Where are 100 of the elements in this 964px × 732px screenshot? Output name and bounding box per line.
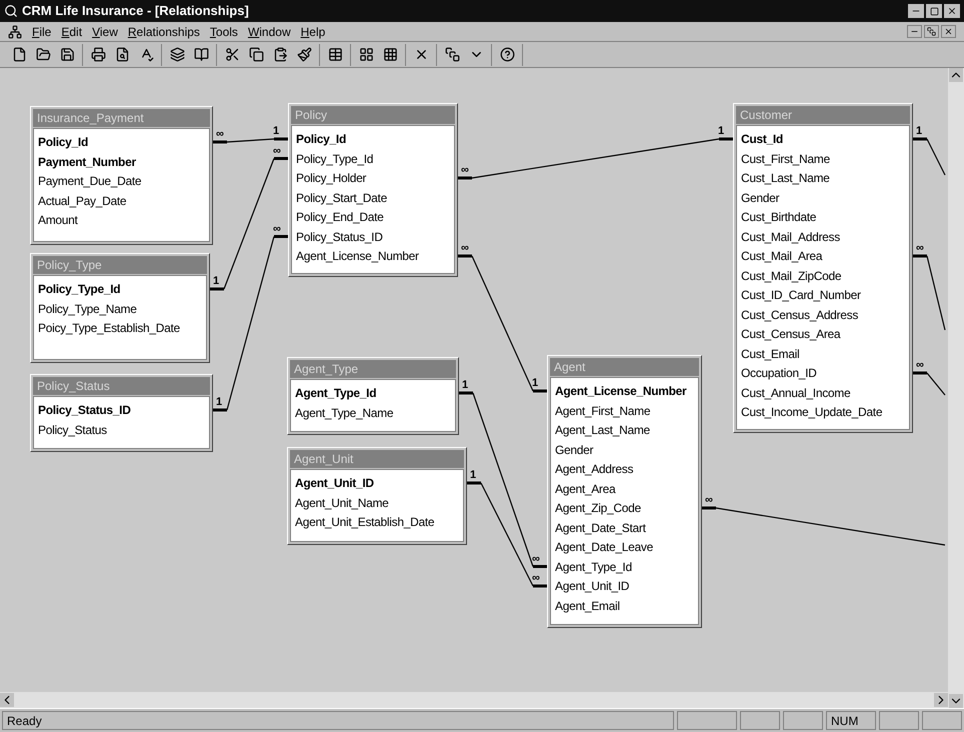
field-name[interactable]: Agent_Unit_Name — [291, 494, 463, 513]
cardinality-label: ∞ — [705, 495, 713, 506]
field-name[interactable]: Cust_Annual_Income — [737, 384, 909, 403]
horizontal-scrollbar[interactable] — [0, 692, 948, 708]
status-panel — [677, 711, 737, 730]
field-name[interactable]: Agent_Type_Id — [291, 384, 455, 404]
field-name[interactable]: Policy_Status_ID — [34, 401, 209, 420]
scroll-right-icon[interactable] — [934, 693, 948, 707]
print-icon — [90, 47, 106, 62]
close-button[interactable] — [944, 4, 960, 18]
field-name[interactable]: Cust_Mail_Address — [737, 228, 909, 247]
field-name[interactable]: Agent_Unit_ID — [291, 474, 463, 494]
field-name[interactable]: Agent_Type_Id — [551, 558, 698, 577]
field-name[interactable]: Agent_Last_Name — [551, 421, 698, 440]
menu-item[interactable]: Tools — [206, 22, 242, 40]
field-name[interactable]: Agent_License_Number — [292, 247, 454, 266]
cardinality-label: ∞ — [532, 573, 540, 584]
status-panel — [783, 711, 823, 730]
field-name[interactable]: Policy_Type_Id — [34, 280, 206, 300]
maximize-button[interactable] — [926, 4, 942, 18]
field-name[interactable]: Policy_Id — [292, 130, 454, 150]
field-name[interactable]: Cust_ID_Card_Number — [737, 286, 909, 306]
app-icon — [4, 4, 18, 18]
field-name[interactable]: Payment_Due_Date — [34, 172, 209, 192]
child-minimize-button[interactable] — [907, 25, 922, 38]
field-name[interactable]: Policy_Status — [34, 420, 209, 440]
menu-item[interactable]: File — [28, 22, 56, 40]
field-name[interactable]: Agent_Unit_ID — [551, 577, 698, 596]
field-name[interactable]: Agent_Type_Name — [291, 404, 455, 423]
field-name[interactable]: Cust_Income_Update_Date — [737, 403, 909, 422]
field-name[interactable]: Poicy_Type_Establish_Date — [34, 319, 206, 338]
field-name[interactable]: Gender — [551, 440, 698, 460]
field-name[interactable]: Cust_Last_Name — [737, 169, 909, 188]
status-indicator: NUM — [826, 711, 876, 730]
field-name[interactable]: Agent_Date_Leave — [551, 538, 698, 558]
minimize-button[interactable] — [908, 4, 924, 18]
field-name[interactable]: Occupation_ID — [737, 364, 909, 384]
table-window[interactable]: Policy Policy_Id Policy_Type_Id Policy_Holder Policy_Start_Date Policy_End_Date Policy_Status_ID Agent_License_Number — [288, 103, 458, 276]
new-object-icon — [444, 47, 460, 62]
menu-item[interactable]: View — [88, 22, 122, 40]
table-window[interactable]: Agent Agent_License_Number Agent_First_Name Agent_Last_Name Gender Agent_Address Agent_Area Agent_Zip_Code Agent_Date_Start Agent_Date_Leave Agent_Type_Id Agent_Unit_ID Agent_Email — [547, 355, 702, 628]
cardinality-label: 1 — [532, 378, 538, 389]
field-name[interactable]: Agent_First_Name — [551, 402, 698, 421]
grid-icon — [358, 47, 374, 62]
cardinality-label: ∞ — [532, 554, 540, 564]
scroll-left-icon[interactable] — [0, 693, 14, 707]
grid-dots-icon — [382, 47, 398, 62]
field-name[interactable]: Agent_Email — [551, 596, 698, 616]
field-name[interactable]: Payment_Number — [34, 152, 209, 172]
field-name[interactable]: Policy_End_Date — [292, 208, 454, 228]
field-name[interactable]: Actual_Pay_Date — [34, 192, 209, 211]
table-window[interactable]: Agent_Unit Agent_Unit_ID Agent_Unit_Name Agent_Unit_Establish_Date — [287, 447, 467, 544]
status-message: Ready — [2, 711, 674, 730]
child-close-button[interactable] — [941, 25, 956, 38]
field-name[interactable]: Cust_Email — [737, 344, 909, 364]
restore-icon — [927, 27, 936, 36]
field-name[interactable]: Agent_Zip_Code — [551, 499, 698, 518]
paintbrush-icon — [296, 47, 312, 62]
field-name[interactable]: Cust_Birthdate — [737, 208, 909, 228]
field-name[interactable]: Policy_Id — [34, 133, 209, 152]
menu-item[interactable]: Relationships — [124, 22, 204, 40]
field-name[interactable]: Agent_Date_Start — [551, 518, 698, 538]
field-name[interactable]: Agent_Area — [551, 480, 698, 499]
print-preview-icon — [114, 47, 130, 62]
field-name[interactable]: Policy_Holder — [292, 169, 454, 188]
scroll-down-icon[interactable] — [949, 694, 963, 708]
cardinality-label: ∞ — [216, 129, 224, 140]
field-name[interactable]: Cust_Census_Area — [737, 325, 909, 344]
status-panel — [879, 711, 919, 730]
field-name[interactable]: Cust_Mail_ZipCode — [737, 266, 909, 286]
field-name[interactable]: Policy_Status_ID — [292, 228, 454, 247]
table-icon — [328, 47, 342, 62]
cardinality-label: 1 — [916, 126, 922, 137]
menu-item[interactable]: Window — [244, 22, 295, 40]
field-name[interactable]: Cust_First_Name — [737, 150, 909, 169]
table-window[interactable]: Agent_Type Agent_Type_Id Agent_Type_Name — [287, 357, 459, 435]
field-name[interactable]: Gender — [737, 188, 909, 208]
table-window[interactable]: Policy_Status Policy_Status_ID Policy_Status — [30, 374, 213, 452]
field-name[interactable]: Amount — [34, 211, 209, 230]
field-name[interactable]: Policy_Type_Name — [34, 300, 206, 319]
child-restore-button[interactable] — [924, 25, 939, 38]
relationships-icon[interactable] — [8, 24, 22, 38]
field-name[interactable]: Cust_Mail_Area — [737, 247, 909, 266]
field-name[interactable]: Cust_Id — [737, 130, 909, 150]
table-window[interactable]: Policy_Type Policy_Type_Id Policy_Type_Name Poicy_Type_Establish_Date — [30, 253, 210, 362]
cardinality-label: 1 — [718, 126, 724, 137]
open-folder-icon — [36, 47, 50, 62]
menu-item[interactable]: Help — [296, 22, 330, 40]
table-window[interactable]: Insurance_Payment Policy_Id Payment_Number Payment_Due_Date Actual_Pay_Date Amount — [30, 106, 213, 244]
menu-item[interactable]: Edit — [57, 22, 86, 40]
field-name[interactable]: Agent_Unit_Establish_Date — [291, 513, 463, 532]
field-name[interactable]: Agent_Address — [551, 460, 698, 480]
status-panel — [922, 711, 962, 730]
vertical-scrollbar[interactable] — [948, 68, 964, 708]
field-name[interactable]: Policy_Type_Id — [292, 150, 454, 169]
field-name[interactable]: Cust_Census_Address — [737, 306, 909, 325]
field-name[interactable]: Agent_License_Number — [551, 382, 698, 402]
field-name[interactable]: Policy_Start_Date — [292, 188, 454, 208]
cardinality-label: 1 — [216, 397, 222, 408]
scroll-up-icon[interactable] — [949, 68, 963, 82]
